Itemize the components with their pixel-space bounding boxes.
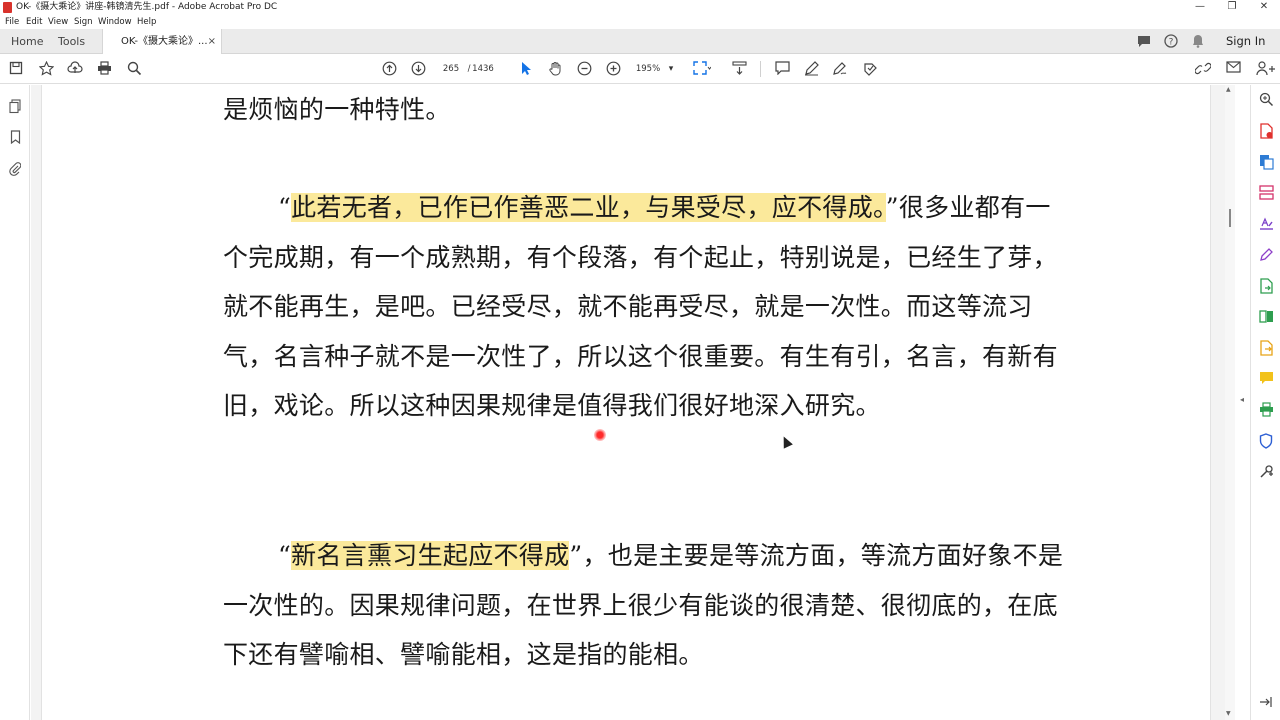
svg-text:?: ? bbox=[1169, 38, 1174, 48]
menu-edit[interactable]: Edit bbox=[26, 16, 42, 28]
acrobat-logo-icon bbox=[3, 2, 12, 13]
menu-window[interactable]: Window bbox=[98, 16, 132, 28]
page-thumbnails-icon[interactable] bbox=[7, 99, 23, 115]
scrollbar-thumb[interactable] bbox=[1229, 209, 1231, 227]
search-zoom-icon[interactable] bbox=[1257, 92, 1275, 110]
page-number-input[interactable]: 265 bbox=[437, 61, 465, 77]
document-tab-label: OK-《摄大乘论》... bbox=[121, 36, 208, 47]
create-pdf-icon[interactable] bbox=[1257, 154, 1275, 172]
left-navigation-pane: ◂ bbox=[0, 85, 37, 720]
right-pane-collapse-icon[interactable]: ◂ bbox=[1240, 395, 1244, 404]
chat-icon[interactable] bbox=[1137, 34, 1151, 48]
zoom-level-input[interactable]: 195% bbox=[634, 61, 662, 77]
tab-document[interactable]: OK-《摄大乘论》... × bbox=[102, 29, 222, 54]
attachments-paperclip-icon[interactable] bbox=[7, 161, 23, 177]
scroll-mode-icon[interactable] bbox=[731, 61, 747, 77]
page-down-icon[interactable] bbox=[410, 61, 426, 77]
page-total: 1436 bbox=[472, 64, 494, 74]
paragraph-2: “新名言熏习生起应不得成”，也是主要是等流方面，等流方面好象不是一次性的。因果规… bbox=[223, 531, 1068, 680]
document-view[interactable]: 是烦恼的一种特性。 “此若无者，已作已作善恶二业，与果受尽，应不得成。”很多业都… bbox=[31, 85, 1225, 720]
title-bar: OK-《摄大乘论》讲座-韩镜清先生.pdf - Adobe Acrobat Pr… bbox=[0, 0, 1280, 15]
close-tab-button[interactable]: × bbox=[208, 29, 216, 54]
bookmarks-icon[interactable] bbox=[7, 130, 23, 146]
hand-icon[interactable] bbox=[547, 61, 563, 77]
sign-icon[interactable] bbox=[832, 61, 848, 77]
bookmark-star-icon[interactable] bbox=[38, 60, 54, 77]
zoom-in-icon[interactable] bbox=[605, 61, 621, 77]
tab-tools[interactable]: Tools bbox=[58, 29, 85, 54]
close-window-button[interactable]: ✕ bbox=[1248, 0, 1280, 15]
paragraph-1-text: ”很多业都有一个完成期，有一个成熟期，有个段落，有个起止，特别说是，已经生了芽，… bbox=[223, 193, 1058, 420]
edit-text-icon[interactable] bbox=[1257, 216, 1275, 234]
comment-icon[interactable] bbox=[1257, 371, 1275, 389]
upload-icon[interactable] bbox=[67, 61, 83, 77]
export-icon[interactable] bbox=[1257, 278, 1275, 296]
export-pdf-icon[interactable] bbox=[1257, 123, 1275, 141]
more-tools-icon[interactable] bbox=[1257, 464, 1275, 482]
right-tools-pane bbox=[1250, 85, 1280, 720]
minimize-button[interactable]: — bbox=[1184, 0, 1216, 15]
pen-icon[interactable] bbox=[803, 61, 819, 77]
highlighted-quote-1[interactable]: 此若无者，已作已作善恶二业，与果受尽，应不得成。 bbox=[291, 193, 886, 222]
print-icon[interactable] bbox=[96, 61, 112, 77]
protect-shield-icon[interactable] bbox=[1257, 433, 1275, 451]
save-icon[interactable] bbox=[8, 61, 24, 77]
mail-icon[interactable] bbox=[1225, 61, 1241, 77]
menu-bar: File Edit View Sign Window Help bbox=[0, 15, 1280, 29]
link-icon[interactable] bbox=[1194, 61, 1212, 77]
scroll-up-arrow-icon[interactable]: ▲ bbox=[1226, 86, 1231, 93]
help-icon[interactable]: ? bbox=[1164, 34, 1178, 48]
scroll-down-arrow-icon[interactable]: ▼ bbox=[1226, 710, 1231, 717]
zoom-out-icon[interactable] bbox=[576, 61, 592, 77]
fit-page-icon[interactable] bbox=[693, 61, 712, 77]
toolbar: 265 / 1436 195% ▾ bbox=[0, 54, 1280, 84]
organize-pages-icon[interactable] bbox=[1257, 185, 1275, 203]
pdf-page: 是烦恼的一种特性。 “此若无者，已作已作善恶二业，与果受尽，应不得成。”很多业都… bbox=[41, 85, 1211, 720]
zoom-dropdown-chevron-down-icon[interactable]: ▾ bbox=[665, 61, 677, 77]
sign-in-button[interactable]: Sign In bbox=[1226, 29, 1265, 54]
expand-panel-icon[interactable] bbox=[1257, 695, 1275, 713]
vertical-scrollbar[interactable]: ▲ ▼ bbox=[1225, 85, 1235, 720]
quote-open: “ bbox=[278, 541, 292, 570]
user-icon[interactable] bbox=[1254, 61, 1278, 77]
page-up-icon[interactable] bbox=[381, 61, 397, 77]
restore-button[interactable]: ❐ bbox=[1216, 0, 1248, 15]
search-icon[interactable] bbox=[126, 61, 142, 77]
laser-pointer-dot bbox=[594, 429, 606, 441]
paragraph-1: “此若无者，已作已作善恶二业，与果受尽，应不得成。”很多业都有一个完成期，有一个… bbox=[223, 183, 1068, 431]
highlighted-quote-2[interactable]: 新名言熏习生起应不得成 bbox=[291, 541, 570, 570]
tab-home[interactable]: Home bbox=[11, 29, 43, 54]
print-production-icon[interactable] bbox=[1257, 402, 1275, 420]
menu-help[interactable]: Help bbox=[137, 16, 156, 28]
menu-view[interactable]: View bbox=[48, 16, 68, 28]
quote-open: “ bbox=[278, 193, 292, 222]
paragraph-0: 是烦恼的一种特性。 bbox=[223, 95, 451, 124]
window-title: OK-《摄大乘论》讲座-韩镜清先生.pdf - Adobe Acrobat Pr… bbox=[16, 2, 278, 12]
toolbar-divider bbox=[760, 61, 761, 77]
compare-files-icon[interactable] bbox=[1257, 309, 1275, 327]
notification-bell-icon[interactable] bbox=[1191, 34, 1205, 48]
send-for-review-icon[interactable] bbox=[1257, 340, 1275, 358]
select-cursor-icon[interactable] bbox=[518, 61, 534, 77]
comment-icon[interactable] bbox=[774, 61, 790, 77]
tab-bar: Home Tools OK-《摄大乘论》... × ? Sign In bbox=[0, 29, 1280, 54]
stamp-icon[interactable] bbox=[862, 61, 878, 77]
menu-file[interactable]: File bbox=[5, 16, 19, 28]
fill-sign-icon[interactable] bbox=[1257, 247, 1275, 265]
menu-sign[interactable]: Sign bbox=[74, 16, 93, 28]
